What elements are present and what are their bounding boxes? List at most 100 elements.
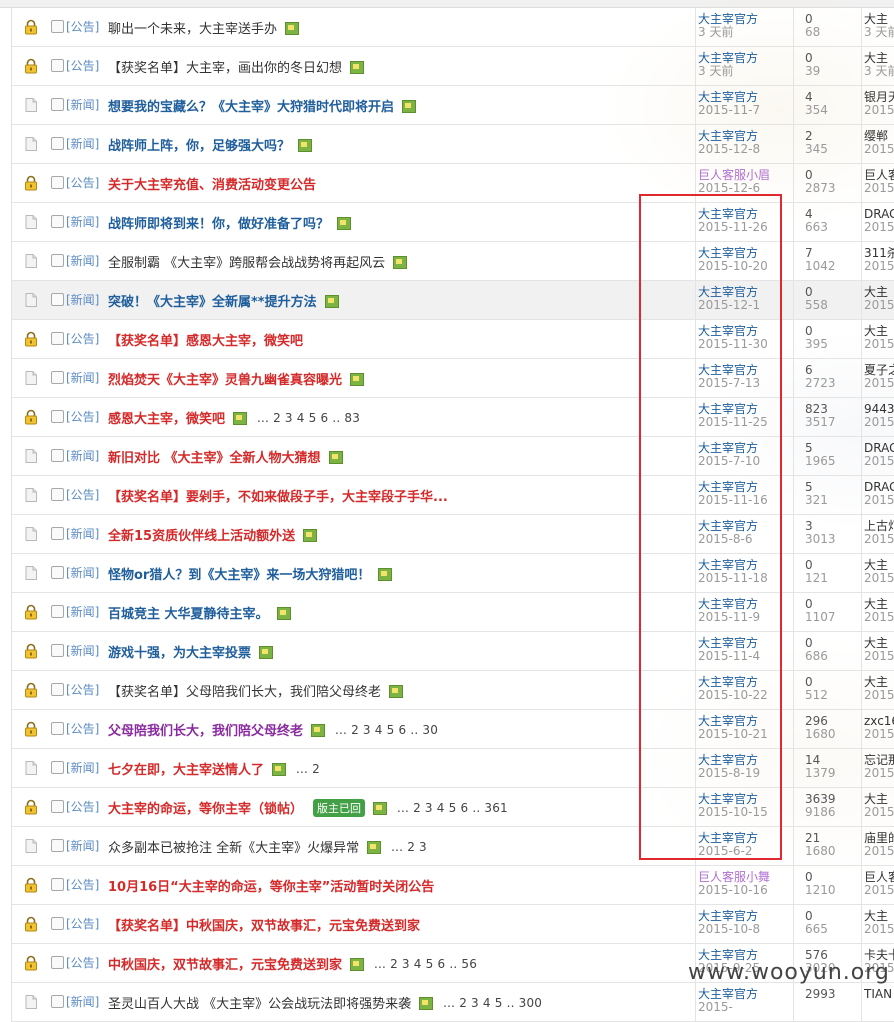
- thread-title-link[interactable]: 【获奖名单】中秋国庆，双节故事汇，元宝免费送到家: [108, 915, 420, 934]
- thread-title-link[interactable]: 突破！《大主宰》全新属**提升方法: [108, 291, 317, 310]
- row-checkbox[interactable]: [51, 995, 64, 1008]
- thread-row[interactable]: [新闻] 怪物or猎人？到《大主宰》来一场大狩猎吧！ 大主宰官方 2015-11-18…: [12, 554, 894, 593]
- thread-title-link[interactable]: 烈焰焚天《大主宰》灵兽九幽雀真容曝光: [108, 369, 342, 388]
- row-checkbox[interactable]: [51, 527, 64, 540]
- thread-category[interactable]: [公告]: [66, 681, 99, 698]
- thread-row[interactable]: [新闻] 战阵师上阵，你，足够强大吗？ 大主宰官方 2015-12-8 2 345 缨郸 20…: [12, 125, 894, 164]
- thread-category[interactable]: [新闻]: [66, 135, 99, 152]
- last-post-user[interactable]: TIAN: [864, 988, 892, 1001]
- row-checkbox[interactable]: [51, 488, 64, 501]
- row-checkbox[interactable]: [51, 566, 64, 579]
- row-checkbox[interactable]: [51, 137, 64, 150]
- thread-category[interactable]: [公告]: [66, 408, 99, 425]
- row-checkbox[interactable]: [51, 410, 64, 423]
- thread-title-link[interactable]: 全服制霸 《大主宰》跨服帮会战战势将再起风云: [108, 252, 385, 271]
- row-checkbox[interactable]: [51, 722, 64, 735]
- thread-title-link[interactable]: 新旧对比 《大主宰》全新人物大猜想: [108, 447, 321, 466]
- thread-row[interactable]: [公告] 【获奖名单】父母陪我们长大，我们陪父母终老 大主宰官方 2015-10-22…: [12, 671, 894, 710]
- thread-title-link[interactable]: 想要我的宝藏么？《大主宰》大狩猎时代即将开启: [108, 96, 394, 115]
- page-links[interactable]: ... 2 3: [391, 840, 427, 854]
- thread-title-link[interactable]: 战阵师即将到来！你，做好准备了吗？: [108, 213, 329, 232]
- thread-row[interactable]: [公告] 【获奖名单】要剁手，不如来做段子手，大主宰段子手华... 大主宰官方 201…: [12, 476, 894, 515]
- row-checkbox[interactable]: [51, 683, 64, 696]
- thread-category[interactable]: [新闻]: [66, 252, 99, 269]
- thread-title-link[interactable]: 战阵师上阵，你，足够强大吗？: [108, 135, 290, 154]
- thread-title-link[interactable]: 大主宰的命运，等你主宰（锁帖）: [108, 798, 303, 817]
- thread-row[interactable]: [公告] 父母陪我们长大，我们陪父母终老 ... 2 3 4 5 6 .. 30 大主…: [12, 710, 894, 749]
- thread-row[interactable]: [新闻] 七夕在即，大主宰送情人了 ... 2 大主宰官方 2015-8-19 14 137…: [12, 749, 894, 788]
- thread-category[interactable]: [公告]: [66, 330, 99, 347]
- row-checkbox[interactable]: [51, 254, 64, 267]
- thread-category[interactable]: [公告]: [66, 720, 99, 737]
- row-checkbox[interactable]: [51, 20, 64, 33]
- thread-category[interactable]: [新闻]: [66, 213, 99, 230]
- thread-row[interactable]: [新闻] 战阵师即将到来！你，做好准备了吗？ 大主宰官方 2015-11-26 4 663…: [12, 203, 894, 242]
- thread-title-link[interactable]: 【获奖名单】大主宰，画出你的冬日幻想: [108, 57, 342, 76]
- thread-row[interactable]: [公告] 感恩大主宰，微笑吧 ... 2 3 4 5 6 .. 83 大主宰官方 201…: [12, 398, 894, 437]
- thread-row[interactable]: [公告] 10月16日“大主宰的命运，等你主宰”活动暂时关闭公告 巨人客服小舞 201…: [12, 866, 894, 905]
- thread-row[interactable]: [公告] 【获奖名单】大主宰，画出你的冬日幻想 大主宰官方 3 天前 0 39 大主 3 天前: [12, 47, 894, 86]
- page-links[interactable]: ... 2 3 4 5 6 .. 30: [335, 723, 438, 737]
- thread-category[interactable]: [公告]: [66, 486, 99, 503]
- thread-row[interactable]: [新闻] 百城竞主 大华夏静待主宰。 大主宰官方 2015-11-9 0 1107 大主 20…: [12, 593, 894, 632]
- thread-row[interactable]: [新闻] 游戏十强，为大主宰投票 大主宰官方2015-11-4 0686 大主2015-: [12, 632, 894, 671]
- row-checkbox[interactable]: [51, 215, 64, 228]
- row-checkbox[interactable]: [51, 98, 64, 111]
- thread-category[interactable]: [新闻]: [66, 291, 99, 308]
- row-checkbox[interactable]: [51, 800, 64, 813]
- thread-category[interactable]: [新闻]: [66, 564, 99, 581]
- thread-row[interactable]: [公告] 【获奖名单】中秋国庆，双节故事汇，元宝免费送到家 大主宰官方 2015-10…: [12, 905, 894, 944]
- page-links[interactable]: ... 2 3 4 5 6 .. 361: [397, 801, 508, 815]
- thread-category[interactable]: [新闻]: [66, 96, 99, 113]
- row-checkbox[interactable]: [51, 644, 64, 657]
- thread-row[interactable]: [新闻] 众多副本已被抢注 全新《大主宰》火爆异常 ... 2 3 大主宰官方 2015…: [12, 827, 894, 866]
- thread-row[interactable]: [新闻] 全服制霸 《大主宰》跨服帮会战战势将再起风云 大主宰官方 2015-10-2…: [12, 242, 894, 281]
- thread-title-link[interactable]: 百城竞主 大华夏静待主宰。: [108, 603, 269, 622]
- thread-title-link[interactable]: 【获奖名单】感恩大主宰，微笑吧: [108, 330, 303, 349]
- row-checkbox[interactable]: [51, 878, 64, 891]
- thread-row[interactable]: [公告] 【获奖名单】感恩大主宰，微笑吧 大主宰官方 2015-11-30 0 395 大主…: [12, 320, 894, 359]
- thread-title-link[interactable]: 七夕在即，大主宰送情人了: [108, 759, 264, 778]
- thread-row[interactable]: [新闻] 想要我的宝藏么？《大主宰》大狩猎时代即将开启 大主宰官方 2015-11-7…: [12, 86, 894, 125]
- thread-category[interactable]: [新闻]: [66, 525, 99, 542]
- thread-category[interactable]: [新闻]: [66, 837, 99, 854]
- thread-title-link[interactable]: 全新15资质伙伴线上活动额外送: [108, 525, 295, 544]
- row-checkbox[interactable]: [51, 371, 64, 384]
- thread-category[interactable]: [新闻]: [66, 369, 99, 386]
- page-links[interactable]: ... 2 3 4 5 6 .. 56: [374, 957, 477, 971]
- thread-category[interactable]: [公告]: [66, 798, 99, 815]
- thread-category[interactable]: [公告]: [66, 57, 99, 74]
- row-checkbox[interactable]: [51, 839, 64, 852]
- thread-row[interactable]: [新闻] 全新15资质伙伴线上活动额外送 大主宰官方2015-8-6 33013 上古灯…: [12, 515, 894, 554]
- row-checkbox[interactable]: [51, 917, 64, 930]
- row-checkbox[interactable]: [51, 59, 64, 72]
- row-checkbox[interactable]: [51, 176, 64, 189]
- row-checkbox[interactable]: [51, 761, 64, 774]
- thread-row[interactable]: [公告] 大主宰的命运，等你主宰（锁帖） 版主已回 ... 2 3 4 5 6 .. …: [12, 788, 894, 827]
- thread-title-link[interactable]: 众多副本已被抢注 全新《大主宰》火爆异常: [108, 837, 359, 856]
- thread-title-link[interactable]: 关于大主宰充值、消费活动变更公告: [108, 174, 316, 193]
- row-checkbox[interactable]: [51, 332, 64, 345]
- thread-category[interactable]: [新闻]: [66, 993, 99, 1010]
- thread-title-link[interactable]: 聊出一个未来，大主宰送手办: [108, 18, 277, 37]
- thread-row[interactable]: [新闻] 烈焰焚天《大主宰》灵兽九幽雀真容曝光 大主宰官方 2015-7-13 6 272…: [12, 359, 894, 398]
- row-checkbox[interactable]: [51, 956, 64, 969]
- thread-row[interactable]: [公告] 聊出一个未来，大主宰送手办 大主宰官方 3 天前 0 68 大主 3 天前: [12, 8, 894, 47]
- row-checkbox[interactable]: [51, 605, 64, 618]
- thread-category[interactable]: [公告]: [66, 954, 99, 971]
- page-links[interactable]: ... 2: [296, 762, 320, 776]
- thread-title-link[interactable]: 感恩大主宰，微笑吧: [108, 408, 225, 427]
- thread-title-link[interactable]: 父母陪我们长大，我们陪父母终老: [108, 720, 303, 739]
- thread-category[interactable]: [新闻]: [66, 447, 99, 464]
- thread-category[interactable]: [公告]: [66, 915, 99, 932]
- thread-title-link[interactable]: 【获奖名单】要剁手，不如来做段子手，大主宰段子手华...: [108, 486, 448, 505]
- thread-title-link[interactable]: 中秋国庆，双节故事汇，元宝免费送到家: [108, 954, 342, 973]
- thread-category[interactable]: [公告]: [66, 876, 99, 893]
- thread-row[interactable]: [新闻] 新旧对比 《大主宰》全新人物大猜想 大主宰官方 2015-7-10 5 1965…: [12, 437, 894, 476]
- thread-row[interactable]: [新闻] 突破！《大主宰》全新属**提升方法 大主宰官方 2015-12-1 0 558 大…: [12, 281, 894, 320]
- thread-category[interactable]: [新闻]: [66, 642, 99, 659]
- thread-title-link[interactable]: 10月16日“大主宰的命运，等你主宰”活动暂时关闭公告: [108, 876, 434, 895]
- row-checkbox[interactable]: [51, 293, 64, 306]
- thread-title-link[interactable]: 怪物or猎人？到《大主宰》来一场大狩猎吧！: [108, 564, 370, 583]
- thread-title-link[interactable]: 【获奖名单】父母陪我们长大，我们陪父母终老: [108, 681, 381, 700]
